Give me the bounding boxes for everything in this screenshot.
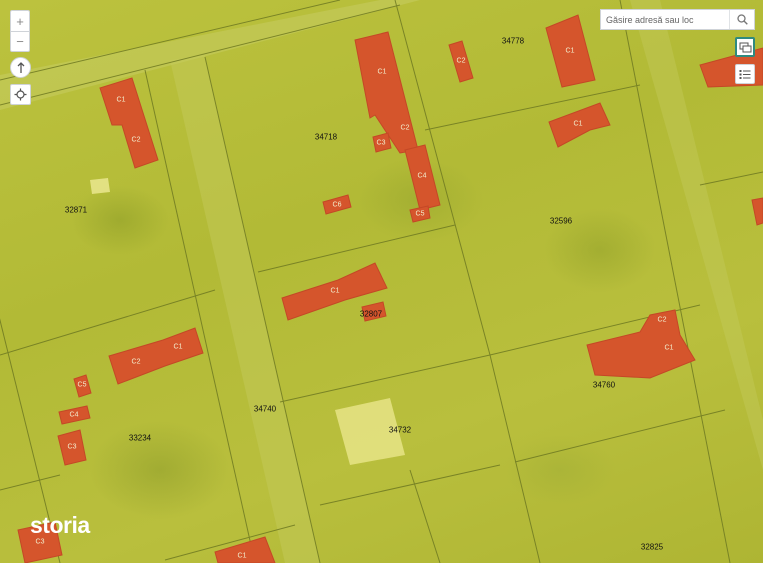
building[interactable] bbox=[586, 309, 696, 379]
building-label: C1 bbox=[173, 343, 183, 351]
building-label: C3 bbox=[35, 538, 45, 546]
parcel-label: 32596 bbox=[549, 216, 573, 226]
building-label: C2 bbox=[131, 358, 141, 366]
parcel-boundary bbox=[699, 171, 763, 186]
building-label: C1 bbox=[116, 96, 126, 104]
storia-logo: storia bbox=[30, 512, 90, 538]
parcel-boundary bbox=[514, 409, 726, 463]
parcel-label: 34778 bbox=[501, 36, 525, 46]
legend-button[interactable] bbox=[735, 64, 755, 84]
compass-button[interactable] bbox=[10, 57, 31, 78]
building-label: C1 bbox=[664, 344, 674, 352]
parcel-label: 34740 bbox=[253, 404, 277, 414]
search-input[interactable] bbox=[601, 14, 730, 25]
search-bar bbox=[600, 9, 755, 30]
building-label: C2 bbox=[400, 124, 410, 132]
building-label: C4 bbox=[69, 411, 79, 419]
parcel-boundary bbox=[409, 469, 441, 563]
parcel-boundary bbox=[257, 224, 456, 273]
parcel-label: 34718 bbox=[314, 132, 338, 142]
parcel-label: 32825 bbox=[640, 542, 664, 552]
layers-image-icon bbox=[739, 42, 751, 52]
building-label: C2 bbox=[131, 136, 141, 144]
building-label: C5 bbox=[77, 381, 87, 389]
parcel-boundary bbox=[0, 0, 341, 81]
building[interactable] bbox=[108, 327, 204, 385]
parcel-boundary bbox=[394, 0, 491, 356]
building-label: C3 bbox=[376, 139, 386, 147]
building-label: C3 bbox=[67, 443, 77, 451]
locate-button[interactable] bbox=[10, 84, 31, 105]
building-label: C2 bbox=[456, 57, 466, 65]
parcel-label: 33234 bbox=[128, 433, 152, 443]
building-label: C1 bbox=[573, 120, 583, 128]
building-label: C1 bbox=[565, 47, 575, 55]
search-button[interactable] bbox=[729, 10, 754, 29]
building-label: C4 bbox=[417, 172, 427, 180]
parcel-boundary bbox=[489, 354, 541, 563]
parcel-label: 32807 bbox=[359, 309, 383, 319]
parcel-label: 34760 bbox=[592, 380, 616, 390]
north-arrow-icon bbox=[17, 61, 24, 73]
basemap-toggle-button[interactable] bbox=[735, 37, 755, 57]
crosshair-icon bbox=[14, 88, 27, 101]
parcel-label: 32871 bbox=[64, 205, 88, 215]
light-patch bbox=[90, 178, 110, 194]
parcel-boundary bbox=[279, 354, 491, 403]
plus-icon: + bbox=[16, 13, 24, 29]
building-label: C5 bbox=[415, 210, 425, 218]
search-icon bbox=[737, 14, 748, 25]
building-label: C1 bbox=[237, 552, 247, 560]
map-view[interactable]: C1 C2 C1 C2 C3 C4 C5 C6 C2 C1 C1 C1 C2 C… bbox=[0, 0, 763, 563]
zoom-in-button[interactable]: + bbox=[10, 10, 30, 31]
building[interactable] bbox=[751, 197, 763, 226]
building-label: C1 bbox=[377, 68, 387, 76]
building-label: C6 bbox=[332, 201, 342, 209]
parcel-label: 34732 bbox=[388, 425, 412, 435]
list-icon bbox=[739, 69, 751, 79]
minus-icon: − bbox=[16, 34, 24, 49]
zoom-out-button[interactable]: − bbox=[10, 31, 30, 52]
building-label: C1 bbox=[330, 287, 340, 295]
map-layer bbox=[0, 0, 763, 563]
building-label: C2 bbox=[657, 316, 667, 324]
parcel-boundary bbox=[0, 474, 61, 491]
